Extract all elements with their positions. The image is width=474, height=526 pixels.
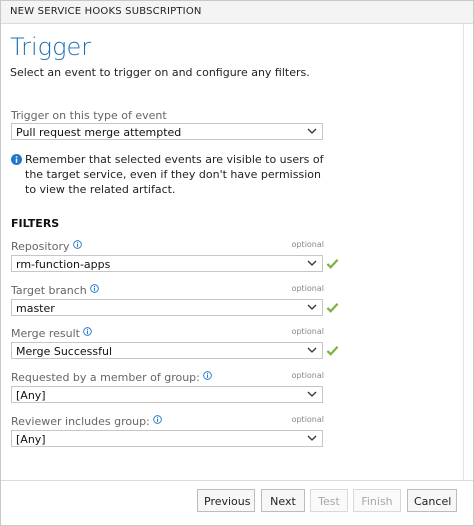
dialog-title: NEW SERVICE HOOKS SUBSCRIPTION bbox=[10, 6, 202, 17]
repository-label: Repository bbox=[11, 240, 82, 253]
requested-by-label: Requested by a member of group: bbox=[11, 371, 212, 384]
dialog-titlebar: NEW SERVICE HOOKS SUBSCRIPTION bbox=[1, 1, 473, 24]
filters-heading: FILTERS bbox=[11, 217, 60, 230]
requested-by-label-text: Requested by a member of group: bbox=[11, 371, 200, 384]
test-button[interactable]: Test bbox=[310, 489, 348, 512]
merge-result-label: Merge result bbox=[11, 327, 92, 340]
check-icon bbox=[326, 303, 339, 313]
reviewer-optional: optional bbox=[291, 415, 324, 424]
scroll-track[interactable] bbox=[463, 24, 464, 480]
target-branch-label-text: Target branch bbox=[11, 284, 87, 297]
merge-result-label-text: Merge result bbox=[11, 327, 80, 340]
merge-result-select[interactable]: Merge Successful bbox=[11, 342, 323, 359]
event-type-value: Pull request merge attempted bbox=[16, 126, 182, 139]
chevron-down-icon bbox=[307, 128, 317, 134]
page-title: Trigger bbox=[10, 33, 92, 61]
info-icon[interactable] bbox=[152, 415, 162, 424]
reviewer-label-text: Reviewer includes group: bbox=[11, 415, 150, 428]
target-branch-optional: optional bbox=[291, 284, 324, 293]
info-icon[interactable] bbox=[89, 284, 99, 293]
info-icon[interactable] bbox=[72, 240, 82, 249]
page-subtitle: Select an event to trigger on and config… bbox=[10, 66, 310, 79]
requested-by-value: [Any] bbox=[16, 389, 46, 402]
finish-button[interactable]: Finish bbox=[353, 489, 401, 512]
event-type-select[interactable]: Pull request merge attempted bbox=[11, 123, 323, 140]
reviewer-select[interactable]: [Any] bbox=[11, 430, 323, 447]
notice-text: Remember that selected events are visibl… bbox=[25, 153, 324, 196]
requested-by-optional: optional bbox=[291, 371, 324, 380]
event-type-label: Trigger on this type of event bbox=[11, 109, 167, 122]
previous-button[interactable]: Previous bbox=[197, 489, 255, 512]
cancel-button[interactable]: Cancel bbox=[407, 489, 457, 512]
repository-select[interactable]: rm-function-apps bbox=[11, 255, 323, 272]
next-button[interactable]: Next bbox=[261, 489, 305, 512]
repository-label-text: Repository bbox=[11, 240, 70, 253]
target-branch-value: master bbox=[16, 302, 55, 315]
chevron-down-icon bbox=[307, 260, 317, 266]
reviewer-label: Reviewer includes group: bbox=[11, 415, 162, 428]
chevron-down-icon bbox=[307, 304, 317, 310]
repository-value: rm-function-apps bbox=[16, 258, 111, 271]
info-icon[interactable] bbox=[83, 327, 92, 336]
chevron-down-icon bbox=[307, 391, 317, 397]
check-icon bbox=[326, 259, 339, 269]
requested-by-select[interactable]: [Any] bbox=[11, 386, 323, 403]
merge-result-value: Merge Successful bbox=[16, 345, 113, 358]
reviewer-value: [Any] bbox=[16, 433, 46, 446]
merge-result-optional: optional bbox=[291, 327, 324, 336]
chevron-down-icon bbox=[307, 435, 317, 441]
check-icon bbox=[326, 346, 339, 356]
target-branch-select[interactable]: master bbox=[11, 299, 323, 316]
info-icon bbox=[11, 154, 22, 165]
target-branch-label: Target branch bbox=[11, 284, 99, 297]
info-icon[interactable] bbox=[203, 371, 212, 380]
chevron-down-icon bbox=[307, 347, 317, 353]
repository-optional: optional bbox=[291, 240, 324, 249]
